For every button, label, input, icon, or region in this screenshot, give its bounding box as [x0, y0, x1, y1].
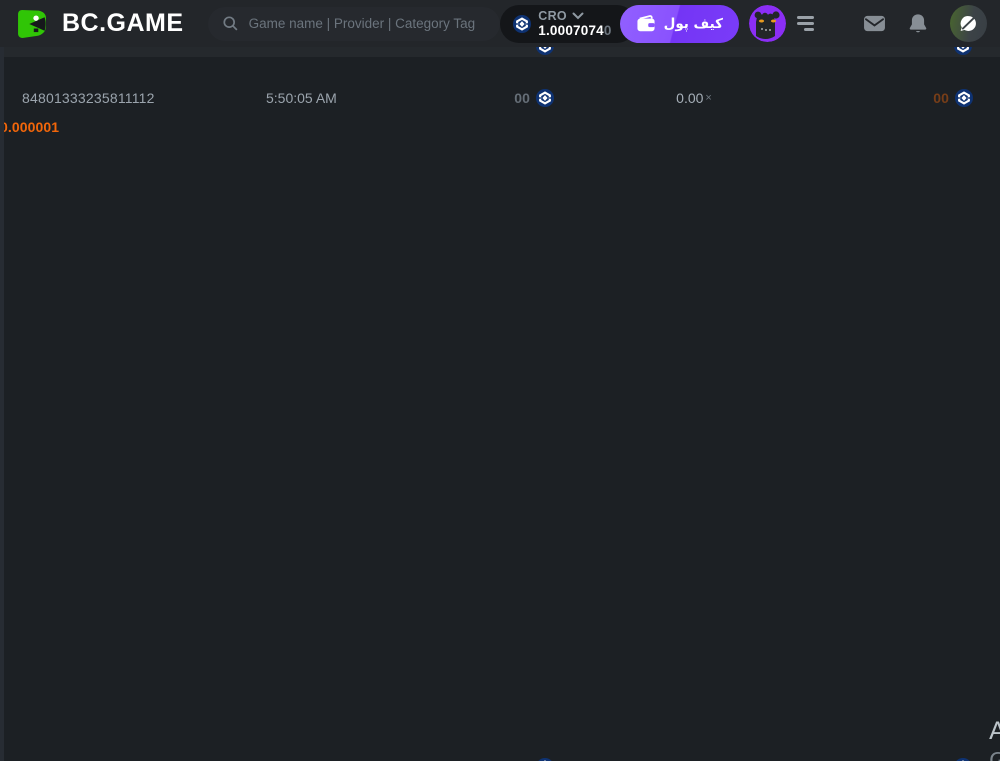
- cro-coin-icon: [955, 88, 973, 107]
- bet-payout: 0.00000100: [0, 119, 1000, 761]
- search-placeholder: Game name | Provider | Category Tag: [248, 16, 476, 31]
- wallet-icon: [636, 14, 656, 33]
- cro-coin-icon: [536, 47, 554, 55]
- bet-row[interactable]: 84801333235811100 5:49:58 AM 0.00000100 …: [0, 119, 1000, 761]
- bet-multiplier: 0.00×: [676, 89, 712, 106]
- bet-row[interactable]: 84801333235811112 5:50:05 AM 0.00000100 …: [0, 72, 1000, 761]
- bet-payout: 0.00000100: [0, 88, 1000, 761]
- game-search-input[interactable]: Game name | Provider | Category Tag: [207, 6, 500, 41]
- bc-game-shield-icon: [14, 6, 50, 42]
- chat-bubble-slash-icon[interactable]: [950, 5, 987, 42]
- bet-amount: 0.00000100: [0, 88, 1000, 761]
- brand-title: BC.GAME: [62, 9, 184, 37]
- wallet-button-label: کیف پول: [663, 15, 723, 32]
- bet-rows: 84801333235811112 5:50:05 AM 0.00000100 …: [0, 72, 1000, 761]
- top-header: BC.GAME Game name | Provider | Category …: [0, 0, 1000, 47]
- chevron-down-icon: [572, 12, 584, 20]
- balance-value: 1.00070740: [538, 23, 612, 38]
- cro-coin-icon: [954, 47, 972, 55]
- balance-selector[interactable]: CRO 1.00070740: [500, 4, 636, 43]
- search-icon: [222, 15, 239, 32]
- bet-history-table: 84801333235811112 5:50:05 AM 0.00000100 …: [0, 47, 1000, 761]
- bet-time: 5:50:05 AM: [266, 89, 337, 106]
- bell-icon[interactable]: [908, 13, 928, 34]
- table-top-strip: [0, 47, 1000, 57]
- bc-game-logo[interactable]: BC.GAME: [14, 6, 184, 42]
- cro-coin-icon: [513, 14, 532, 33]
- edge-overlay-letters: A G: [989, 717, 1000, 761]
- avatar[interactable]: [749, 5, 786, 42]
- menu-icon[interactable]: [795, 11, 821, 37]
- cro-coin-icon: [536, 88, 554, 107]
- mail-icon[interactable]: [863, 14, 886, 33]
- currency-code: CRO: [538, 8, 567, 23]
- bet-id: 84801333235811112: [22, 89, 155, 106]
- wallet-button[interactable]: کیف پول: [619, 4, 739, 43]
- left-edge-strip: [0, 47, 4, 761]
